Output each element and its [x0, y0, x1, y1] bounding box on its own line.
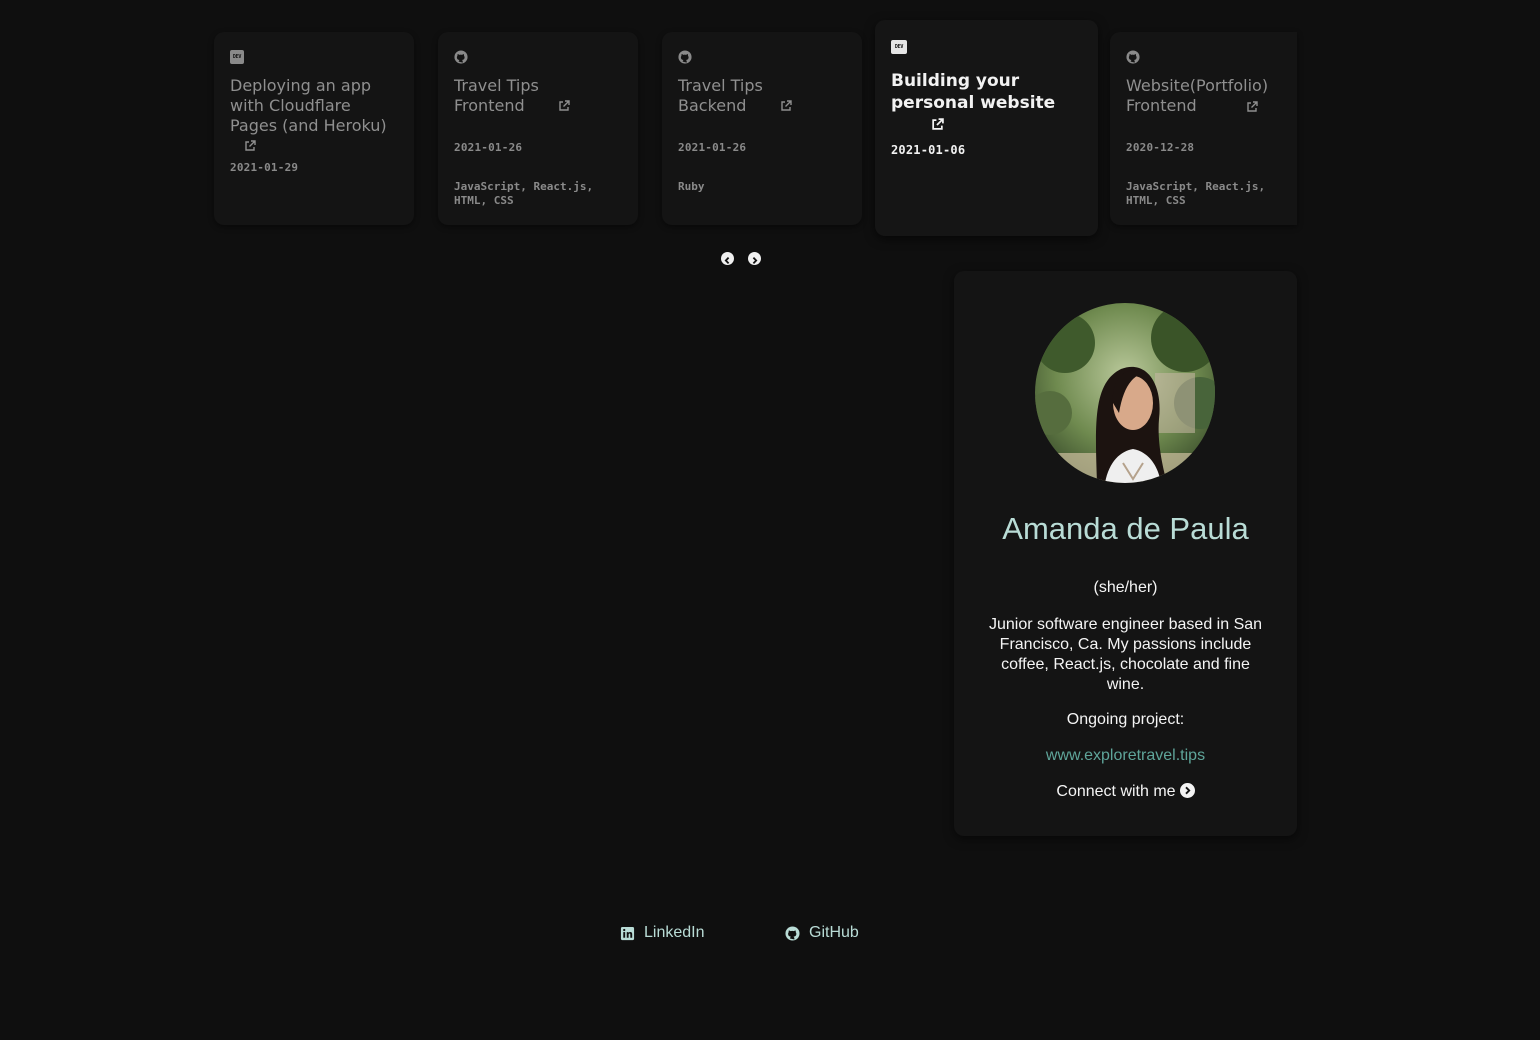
github-icon: [454, 50, 468, 64]
chevron-right-icon: [752, 256, 758, 265]
profile-pronouns: (she/her): [1093, 579, 1158, 596]
github-icon: [678, 50, 692, 64]
card-tags: Ruby: [678, 180, 705, 193]
github-icon: [1126, 50, 1140, 64]
card-date: 2021-01-29: [230, 161, 299, 174]
card-date: 2021-01-06: [891, 143, 966, 157]
external-link-icon[interactable]: [931, 118, 944, 131]
profile-photo: [1035, 303, 1215, 483]
card-tags: JavaScript, React.js, HTML, CSS: [1126, 180, 1266, 207]
github-link[interactable]: GitHub: [785, 924, 859, 942]
card-title[interactable]: Website(Portfolio) Frontend: [1126, 76, 1283, 116]
card-date: 2020-12-28: [1126, 141, 1195, 154]
github-label: GitHub: [809, 924, 859, 941]
external-link-icon[interactable]: [1246, 101, 1258, 113]
linkedin-link[interactable]: LinkedIn: [620, 924, 705, 942]
card-title[interactable]: Travel Tips Backend: [678, 76, 848, 116]
project-carousel: DEV Deploying an app with Cloudflare Pag…: [0, 0, 1540, 265]
card-title[interactable]: Deploying an app with Cloudflare Pages (…: [230, 76, 400, 156]
profile-card: Amanda de Paula (she/her) Junior softwar…: [954, 271, 1297, 836]
connect-label: Connect with me: [1056, 783, 1176, 800]
project-card-active[interactable]: DEV Building your personal website 2021-…: [875, 20, 1098, 236]
card-title[interactable]: Travel Tips Frontend: [454, 76, 624, 116]
dev-icon: DEV: [230, 50, 244, 64]
external-link-icon[interactable]: [558, 100, 570, 112]
card-title[interactable]: Building your personal website: [891, 70, 1084, 136]
chevron-left-icon: [724, 256, 730, 265]
linkedin-icon: [620, 926, 635, 940]
card-tags: JavaScript, React.js, HTML, CSS: [454, 180, 594, 207]
ongoing-project-link[interactable]: www.exploretravel.tips: [954, 747, 1297, 765]
profile-bio: Junior software engineer based in San Fr…: [988, 616, 1263, 693]
carousel-next-button[interactable]: [748, 252, 761, 265]
carousel-prev-button[interactable]: [721, 252, 734, 265]
ongoing-project-label: Ongoing project:: [1066, 711, 1185, 728]
project-card[interactable]: DEV Deploying an app with Cloudflare Pag…: [214, 32, 414, 225]
external-link-icon[interactable]: [780, 100, 792, 112]
dev-icon: DEV: [891, 40, 907, 54]
profile-name: Amanda de Paula: [1002, 511, 1249, 546]
chevron-circle-right-icon: [1179, 783, 1195, 798]
card-date: 2021-01-26: [678, 141, 747, 154]
connect-with-me-button[interactable]: Connect with me: [954, 783, 1297, 801]
project-card[interactable]: Travel Tips Backend 2021-01-26 Ruby: [662, 32, 862, 225]
carousel-nav: [721, 252, 765, 268]
project-card[interactable]: Website(Portfolio) Frontend 2020-12-28 J…: [1110, 32, 1297, 225]
card-date: 2021-01-26: [454, 141, 523, 154]
github-icon: [785, 925, 800, 941]
project-card[interactable]: Travel Tips Frontend 2021-01-26 JavaScri…: [438, 32, 638, 225]
linkedin-label: LinkedIn: [644, 924, 705, 941]
external-link-icon[interactable]: [244, 140, 256, 152]
avatar: [1035, 303, 1215, 483]
